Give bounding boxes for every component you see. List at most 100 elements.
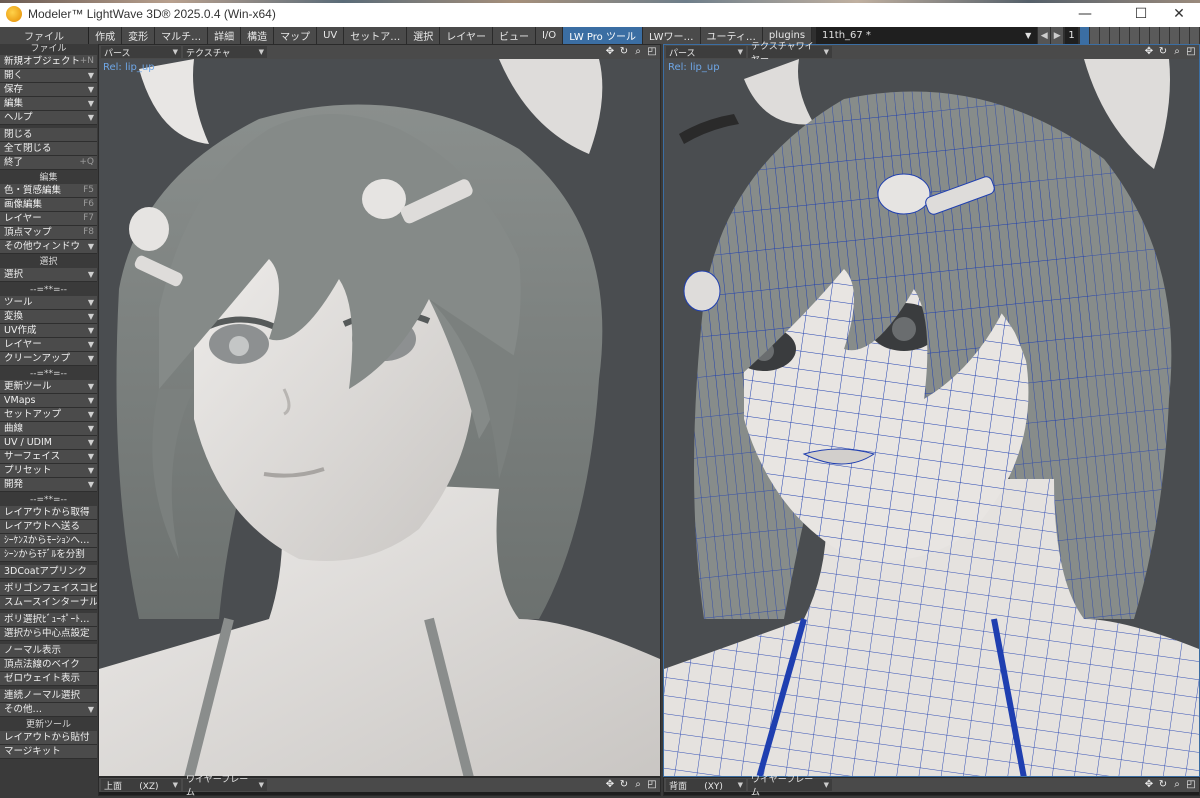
layer-button[interactable] [1110,27,1121,44]
viewport-canvas[interactable]: Rel: lip_up [99,59,660,776]
render-mode-dropdown[interactable]: ワイヤーフレーム ▼ [183,775,267,798]
sidebar-item[interactable]: サーフェイス ▼ [0,450,97,464]
sidebar-item[interactable]: ノーマル表示 [0,644,97,658]
sidebar-item[interactable]: クリーンアップ ▼ [0,352,97,366]
tab-4[interactable]: 構造 [241,27,275,44]
projection-dropdown[interactable]: パース ▼ [666,46,746,59]
layer-button[interactable] [1090,27,1101,44]
sidebar-item[interactable]: VMaps ▼ [0,394,97,408]
sidebar-item[interactable]: レイアウトから取得 [0,506,97,520]
move-view-icon[interactable]: ✥ [1143,779,1155,791]
chevron-left-icon[interactable]: ◀ [1038,27,1051,44]
close-button[interactable]: ✕ [1156,0,1200,27]
sidebar-item[interactable]: 保存 ▼ [0,83,97,97]
viewport-perspective-texture-wire[interactable]: パース ▼ テクスチャワイヤー▼ ✥ ↻ ⌕ ◰ [663,42,1200,777]
maximize-view-icon[interactable]: ◰ [1185,46,1197,58]
tab-3[interactable]: 詳細 [208,27,242,44]
layer-button[interactable] [1100,27,1111,44]
projection-dropdown[interactable]: 上面 (XZ) ▼ [101,779,181,792]
zoom-view-icon[interactable]: ⌕ [1171,779,1183,791]
viewport-back[interactable]: 背面 (XY) ▼ ワイヤーフレーム ▼ ✥ ↻ ⌕ ◰ [663,775,1200,798]
sidebar-item[interactable]: ｼｰｹﾝｽからﾓｰｼｮﾝへ… [0,534,97,548]
tab-11[interactable]: I/O [535,27,564,44]
sidebar-item[interactable]: ポリゴンフェイスコピー [0,582,97,596]
tab-2[interactable]: マルチ… [155,27,209,44]
zoom-view-icon[interactable]: ⌕ [632,779,644,791]
layer-button[interactable] [1190,27,1200,44]
chevron-right-icon[interactable]: ▶ [1051,27,1064,44]
zoom-view-icon[interactable]: ⌕ [632,46,644,58]
layer-button[interactable] [1160,27,1171,44]
sidebar-item[interactable]: 選択から中心点設定 [0,627,97,641]
layer-button[interactable] [1120,27,1131,44]
viewport-canvas[interactable]: Rel: lip_up [664,59,1199,776]
sidebar-item[interactable]: 頂点法線のベイク [0,658,97,672]
layer-button[interactable] [1150,27,1161,44]
rotate-view-icon[interactable]: ↻ [618,779,630,791]
tab-13[interactable]: LWワー… [642,27,701,44]
sidebar-item[interactable]: レイヤー ▼ [0,338,97,352]
sidebar-item[interactable]: 曲線 ▼ [0,422,97,436]
sidebar-item[interactable]: ｼｰﾝからﾓﾃﾞﾙを分割 [0,548,97,562]
sidebar-item[interactable]: 更新ツール ▼ [0,380,97,394]
viewport-top[interactable]: 上面 (XZ) ▼ ワイヤーフレーム ▼ ✥ ↻ ⌕ ◰ [98,775,661,798]
sidebar-item[interactable]: 連続ノーマル選択 [0,689,97,703]
sidebar-item[interactable]: 画像編集 F6 [0,198,97,212]
sidebar-item[interactable]: 頂点マップ F8 [0,226,97,240]
layer-button[interactable] [1180,27,1191,44]
maximize-view-icon[interactable]: ◰ [646,779,658,791]
tab-6[interactable]: UV [317,27,345,44]
tab-0[interactable]: 作成 [89,27,123,44]
sidebar-item[interactable]: レイアウトから貼付 [0,731,97,745]
sidebar-item[interactable]: レイヤー F7 [0,212,97,226]
sidebar-item[interactable]: 選択 ▼ [0,268,97,282]
sidebar-item[interactable]: 新規オブジェクト +N [0,55,97,69]
zoom-view-icon[interactable]: ⌕ [1171,46,1183,58]
minimize-button[interactable]: — [1062,0,1108,27]
maximize-view-icon[interactable]: ◰ [646,46,658,58]
sidebar-item[interactable]: マージキット [0,745,97,759]
sidebar-item[interactable]: 開発 ▼ [0,478,97,492]
sidebar-item[interactable]: 3DCoatアプリンク [0,565,97,579]
move-view-icon[interactable]: ✥ [604,779,616,791]
sidebar-item[interactable]: セットアップ ▼ [0,408,97,422]
sidebar-item[interactable]: 変換 ▼ [0,310,97,324]
tab-12[interactable]: LW Pro ツール [563,27,643,44]
sidebar-item[interactable]: レイアウトへ送る [0,520,97,534]
sidebar-item[interactable]: UV / UDIM ▼ [0,436,97,450]
render-mode-dropdown[interactable]: テクスチャワイヤー▼ [748,42,832,65]
sidebar-item[interactable]: その他ウィンドウ ▼ [0,240,97,254]
layer-button[interactable] [1080,27,1091,44]
layer-button[interactable] [1170,27,1181,44]
tab-5[interactable]: マップ [274,27,318,44]
sidebar-item[interactable]: 色・質感編集 F5 [0,184,97,198]
sidebar-item[interactable]: スムースインターナル [0,596,97,610]
layer-button[interactable] [1130,27,1141,44]
sidebar-item[interactable]: ヘルプ ▼ [0,111,97,125]
rotate-view-icon[interactable]: ↻ [1157,779,1169,791]
tab-8[interactable]: 選択 [407,27,441,44]
maximize-view-icon[interactable]: ◰ [1185,779,1197,791]
sidebar-item[interactable]: その他… ▼ [0,703,97,717]
viewport-perspective-textured[interactable]: パース ▼ テクスチャ ▼ ✥ ↻ ⌕ ◰ Rel: lip_up [98,44,661,777]
rotate-view-icon[interactable]: ↻ [618,46,630,58]
sidebar-item[interactable]: ポリ選択ﾋﾞｭｰﾎﾟｰﾄ… [0,613,97,627]
move-view-icon[interactable]: ✥ [604,46,616,58]
sidebar-item[interactable]: プリセット ▼ [0,464,97,478]
render-mode-dropdown[interactable]: ワイヤーフレーム ▼ [748,775,832,798]
sidebar-item[interactable]: UV作成 ▼ [0,324,97,338]
sidebar-item[interactable]: 編集 ▼ [0,97,97,111]
sidebar-item[interactable]: ゼロウェイト表示 [0,672,97,686]
tab-10[interactable]: ビュー [492,27,536,44]
sidebar-item[interactable]: 開く ▼ [0,69,97,83]
layer-buttons[interactable] [1080,27,1200,44]
tab-file[interactable]: ファイル [0,27,90,44]
tab-7[interactable]: セットア… [344,27,408,44]
scene-selector[interactable]: 11th_67 * ▼ [816,27,1038,44]
sidebar-item[interactable]: ツール ▼ [0,296,97,310]
sidebar-item[interactable]: 閉じる [0,128,97,142]
rotate-view-icon[interactable]: ↻ [1157,46,1169,58]
render-mode-dropdown[interactable]: テクスチャ ▼ [183,46,267,59]
sidebar-item[interactable]: 終了 +Q [0,156,97,170]
projection-dropdown[interactable]: 背面 (XY) ▼ [666,779,746,792]
